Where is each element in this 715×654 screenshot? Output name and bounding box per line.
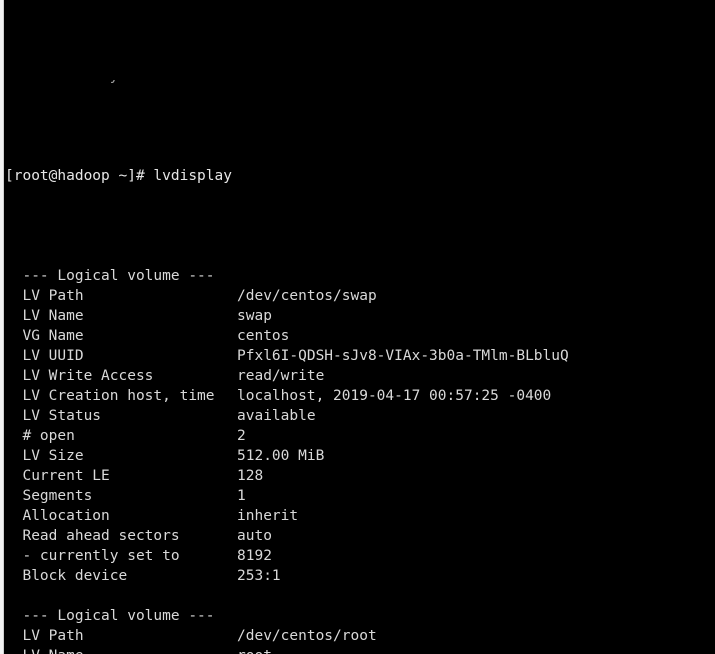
lv-field-value: swap: [237, 308, 272, 324]
lv-field-label: # open: [5, 428, 75, 444]
lv-field-row: Current LE 128: [5, 466, 715, 486]
lv-field-row: VG Name centos: [5, 326, 715, 346]
lv-field-value: 1: [237, 488, 246, 504]
lv-field-value: /dev/centos/root: [237, 628, 377, 644]
lv-field-label: LV UUID: [5, 348, 84, 364]
lv-field-label: Allocation: [5, 508, 110, 524]
lv-field-row: - currently set to 8192: [5, 546, 715, 566]
lv-field-value: 128: [237, 468, 264, 484]
lv-field-label: Current LE: [5, 468, 110, 484]
lv-field-row: Segments 1: [5, 486, 715, 506]
lv-field-row: LV Creation host, time localhost, 2019-04…: [5, 386, 715, 406]
lv-field-row: Read ahead sectors auto: [5, 526, 715, 546]
lv-field-value: inherit: [237, 508, 299, 524]
lv-field-value: localhost, 2019-04-17 00:57:25 -0400: [237, 388, 552, 404]
lv-field-label: Block device: [5, 568, 128, 584]
lv-field-label: LV Path: [5, 288, 84, 304]
lv-field-label: LV Size: [5, 448, 84, 464]
lv-field-label: LV Name: [5, 308, 84, 324]
lv-field-row: LV Size 512.00 MiB: [5, 446, 715, 466]
lv-field-row: LV Status available: [5, 406, 715, 426]
lvdisplay-output: --- Logical volume --- LV Path/dev/cento…: [5, 266, 715, 654]
command-prompt-line[interactable]: [root@hadoop ~]# lvdisplay: [5, 166, 715, 186]
lv-field-label: - currently set to: [5, 548, 180, 564]
lv-field-label: Segments: [5, 488, 93, 504]
lv-field-label: LV Creation host, time: [5, 388, 215, 404]
lv-field-row: LV UUID Pfxl6I-QDSH-sJv8-VIAx-3b0a-TMlm-B…: [5, 346, 715, 366]
lv-field-value: 512.00 MiB: [237, 448, 325, 464]
lv-field-value: available: [237, 408, 316, 424]
lv-field-row: LV Path/dev/centos/root: [5, 626, 715, 646]
lv-field-label: LV Name: [5, 646, 237, 654]
lv-field-label: VG Name: [5, 328, 84, 344]
lv-field-row: LV Write Access read/write: [5, 366, 715, 386]
lv-field-row: # open 2: [5, 426, 715, 446]
lv-field-row: LV Name swap: [5, 306, 715, 326]
lv-field-value: 2: [237, 428, 246, 444]
clipped-top-line-text: - currently set to 8192: [5, 80, 293, 86]
lv-field-label: Read ahead sectors: [5, 528, 180, 544]
page-left-edge: [0, 0, 4, 654]
lv-field-value: Pfxl6I-QDSH-sJv8-VIAx-3b0a-TMlm-BLbluQ: [237, 348, 569, 364]
lv-field-row: LV Path/dev/centos/swap: [5, 286, 715, 306]
lv-field-row: Allocation inherit: [5, 506, 715, 526]
lv-field-label: LV Path: [5, 628, 84, 644]
terminal-output-area[interactable]: - currently set to 8192 [root@hadoop ~]#…: [5, 0, 715, 654]
lv-field-row: LV Nameroot: [5, 646, 715, 654]
clipped-top-line: - currently set to 8192: [5, 80, 715, 86]
logical-volume-header: --- Logical volume ---: [5, 268, 215, 284]
lv-field-value: 253:1: [237, 568, 281, 584]
lv-field-value: root: [237, 648, 272, 654]
lv-field-row: Block device 253:1: [5, 566, 715, 586]
lv-field-value: 8192: [237, 548, 272, 564]
terminal-window[interactable]: - currently set to 8192 [root@hadoop ~]#…: [0, 0, 715, 654]
lv-field-label: LV Status: [5, 408, 102, 424]
logical-volume-header: --- Logical volume ---: [5, 608, 215, 624]
lv-field-value: read/write: [237, 368, 325, 384]
lv-field-value: /dev/centos/swap: [237, 288, 377, 304]
lv-field-value: centos: [237, 328, 290, 344]
lv-field-value: auto: [237, 528, 272, 544]
lv-field-label: LV Write Access: [5, 368, 154, 384]
